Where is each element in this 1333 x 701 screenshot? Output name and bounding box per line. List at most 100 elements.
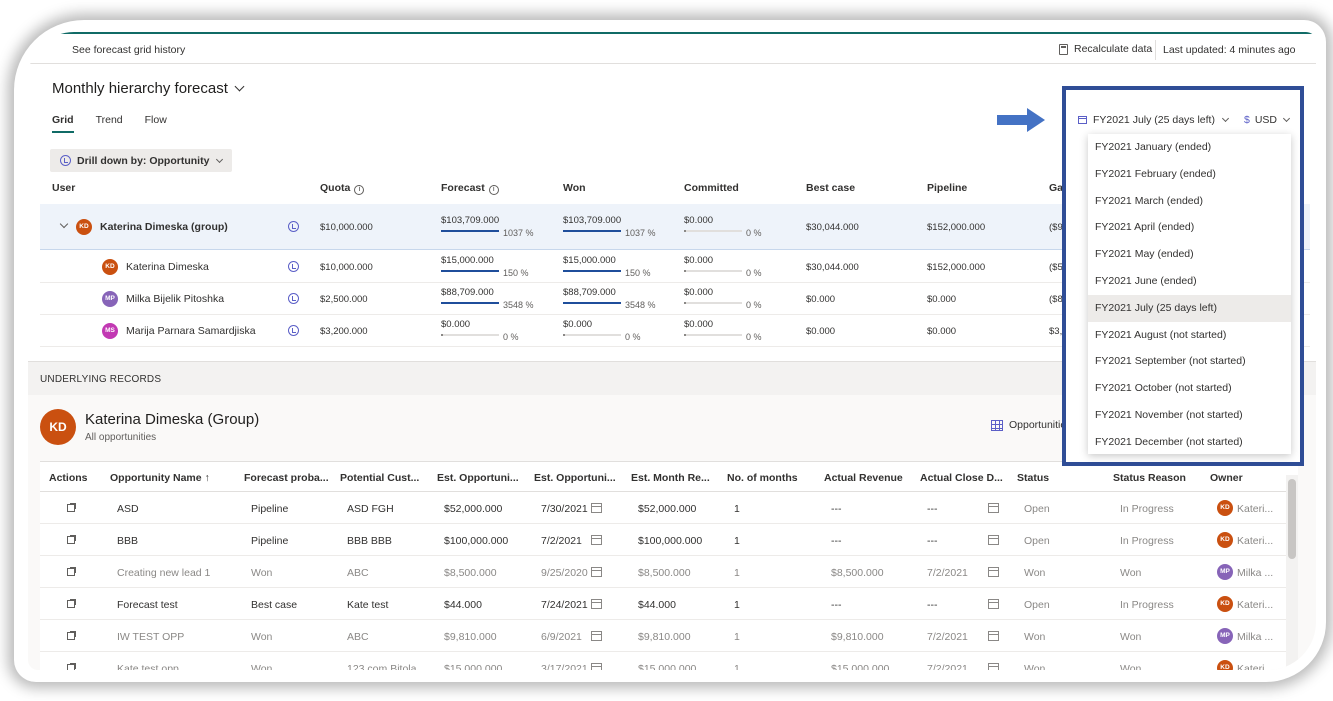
period-option[interactable]: FY2021 September (not started): [1088, 348, 1291, 375]
period-option[interactable]: FY2021 December (not started): [1088, 429, 1291, 456]
calendar-icon[interactable]: [988, 567, 999, 577]
column-header-no-of-months[interactable]: No. of months: [727, 472, 798, 484]
hierarchy-icon[interactable]: [288, 325, 299, 336]
calendar-icon[interactable]: [591, 663, 602, 670]
opportunity-name[interactable]: Creating new lead 1: [117, 567, 210, 579]
open-record-icon[interactable]: [67, 599, 76, 608]
column-header-forecast-probability[interactable]: Forecast proba...: [244, 472, 329, 484]
period-option[interactable]: FY2021 November (not started): [1088, 402, 1291, 429]
forecast-progress-fill: [441, 270, 499, 272]
opportunity-name[interactable]: ASD: [117, 503, 139, 515]
period-dropdown[interactable]: FY2021 July (25 days left): [1078, 114, 1230, 126]
column-header-est-opportunity-revenue[interactable]: Est. Opportuni...: [437, 472, 519, 484]
hierarchy-icon[interactable]: [288, 293, 299, 304]
calendar-icon[interactable]: [591, 599, 602, 609]
column-header-est-opportunity-close[interactable]: Est. Opportuni...: [534, 472, 616, 484]
calendar-icon[interactable]: [988, 663, 999, 670]
column-header-potential-customer[interactable]: Potential Cust...: [340, 472, 419, 484]
user-name[interactable]: Milka Bijelik Pitoshka: [126, 293, 224, 305]
table-row[interactable]: Kate test opp Won 123.com Bitola $15,000.00…: [40, 652, 1298, 670]
calendar-icon[interactable]: [591, 503, 602, 513]
tab-trend[interactable]: Trend: [96, 114, 123, 133]
avatar: MP: [1217, 628, 1233, 644]
table-row[interactable]: ASD Pipeline ASD FGH $52,000.000 7/30/2021 $5…: [40, 492, 1298, 524]
forecast-title-selector[interactable]: Monthly hierarchy forecast: [52, 80, 245, 97]
column-header-opportunity-name[interactable]: Opportunity Name ↑: [110, 472, 210, 484]
column-header-owner[interactable]: Owner: [1210, 472, 1243, 484]
potential-customer[interactable]: Kate test: [347, 599, 388, 611]
table-row[interactable]: BBB Pipeline BBB BBB $100,000.000 7/2/2021 $1…: [40, 524, 1298, 556]
open-record-icon[interactable]: [67, 567, 76, 576]
period-option[interactable]: FY2021 August (not started): [1088, 322, 1291, 349]
column-header-actual-revenue[interactable]: Actual Revenue: [824, 472, 903, 484]
user-name[interactable]: Katerina Dimeska (group): [100, 221, 228, 233]
period-option[interactable]: FY2021 October (not started): [1088, 375, 1291, 402]
calendar-icon[interactable]: [591, 567, 602, 577]
period-option[interactable]: FY2021 March (ended): [1088, 188, 1291, 215]
column-header-actual-close-date[interactable]: Actual Close D...: [920, 472, 1003, 484]
open-record-icon[interactable]: [67, 535, 76, 544]
period-option[interactable]: FY2021 June (ended): [1088, 268, 1291, 295]
est-revenue: $8,500.000: [444, 567, 497, 579]
scroll-thumb[interactable]: [1288, 479, 1296, 559]
header-committed[interactable]: Committed: [684, 182, 739, 194]
potential-customer[interactable]: 123.com Bitola: [347, 663, 416, 670]
calendar-icon[interactable]: [988, 503, 999, 513]
column-header-status[interactable]: Status: [1017, 472, 1049, 484]
potential-customer[interactable]: ABC: [347, 567, 369, 579]
open-record-icon[interactable]: [67, 503, 76, 512]
table-row[interactable]: IW TEST OPP Won ABC $9,810.000 6/9/2021 $9,81…: [40, 620, 1298, 652]
calendar-icon[interactable]: [591, 535, 602, 545]
potential-customer[interactable]: ASD FGH: [347, 503, 394, 515]
period-option[interactable]: FY2021 July (25 days left): [1088, 294, 1291, 322]
potential-customer[interactable]: ABC: [347, 631, 369, 643]
owner-name[interactable]: Milka ...: [1237, 567, 1273, 579]
currency-dropdown[interactable]: $ USD: [1244, 114, 1291, 126]
period-option[interactable]: FY2021 January (ended): [1088, 134, 1291, 161]
tab-flow[interactable]: Flow: [145, 114, 167, 133]
user-name[interactable]: Marija Parnara Samardjiska: [126, 325, 256, 337]
user-name[interactable]: Katerina Dimeska: [126, 261, 209, 273]
owner-name[interactable]: Kateri...: [1237, 663, 1273, 670]
calendar-icon[interactable]: [988, 631, 999, 641]
avatar: MS: [102, 323, 118, 339]
hierarchy-icon[interactable]: [288, 261, 299, 272]
owner-name[interactable]: Milka ...: [1237, 631, 1273, 643]
opportunity-name[interactable]: Forecast test: [117, 599, 178, 611]
pipeline-value: $0.000: [927, 294, 957, 305]
forecast-history-link[interactable]: See forecast grid history: [72, 44, 185, 56]
owner-name[interactable]: Kateri...: [1237, 503, 1273, 515]
owner-name[interactable]: Kateri...: [1237, 599, 1273, 611]
calendar-icon[interactable]: [988, 599, 999, 609]
potential-customer[interactable]: BBB BBB: [347, 535, 392, 547]
header-quota[interactable]: Quota i: [320, 182, 365, 195]
opportunity-name[interactable]: IW TEST OPP: [117, 631, 184, 643]
header-pipeline[interactable]: Pipeline: [927, 182, 967, 194]
column-header-est-month-revenue[interactable]: Est. Month Re...: [631, 472, 710, 484]
records-scrollbar[interactable]: [1286, 475, 1298, 670]
open-record-icon[interactable]: [67, 631, 76, 640]
tab-grid[interactable]: Grid: [52, 114, 74, 133]
header-user[interactable]: User: [52, 182, 75, 194]
opportunity-name[interactable]: Kate test opp: [117, 663, 179, 670]
period-option[interactable]: FY2021 April (ended): [1088, 214, 1291, 241]
opportunity-name[interactable]: BBB: [117, 535, 138, 547]
open-record-icon[interactable]: [67, 663, 76, 670]
calendar-icon[interactable]: [591, 631, 602, 641]
recalculate-button[interactable]: Recalculate data: [1059, 43, 1152, 55]
header-won[interactable]: Won: [563, 182, 586, 194]
header-best-case[interactable]: Best case: [806, 182, 855, 194]
table-row[interactable]: Creating new lead 1 Won ABC $8,500.000 9/25/…: [40, 556, 1298, 588]
column-header-status-reason[interactable]: Status Reason: [1113, 472, 1186, 484]
actual-close-date: 7/2/2021: [927, 631, 968, 643]
chevron-down-icon[interactable]: [59, 219, 69, 229]
table-row[interactable]: Forecast test Best case Kate test $44.000 7/…: [40, 588, 1298, 620]
owner-name[interactable]: Kateri...: [1237, 535, 1273, 547]
period-option[interactable]: FY2021 February (ended): [1088, 161, 1291, 188]
column-header-actions[interactable]: Actions: [49, 472, 88, 484]
drill-down-button[interactable]: Drill down by: Opportunity: [50, 149, 233, 172]
calendar-icon[interactable]: [988, 535, 999, 545]
hierarchy-icon[interactable]: [288, 221, 299, 232]
header-forecast[interactable]: Forecast i: [441, 182, 499, 195]
period-option[interactable]: FY2021 May (ended): [1088, 241, 1291, 268]
